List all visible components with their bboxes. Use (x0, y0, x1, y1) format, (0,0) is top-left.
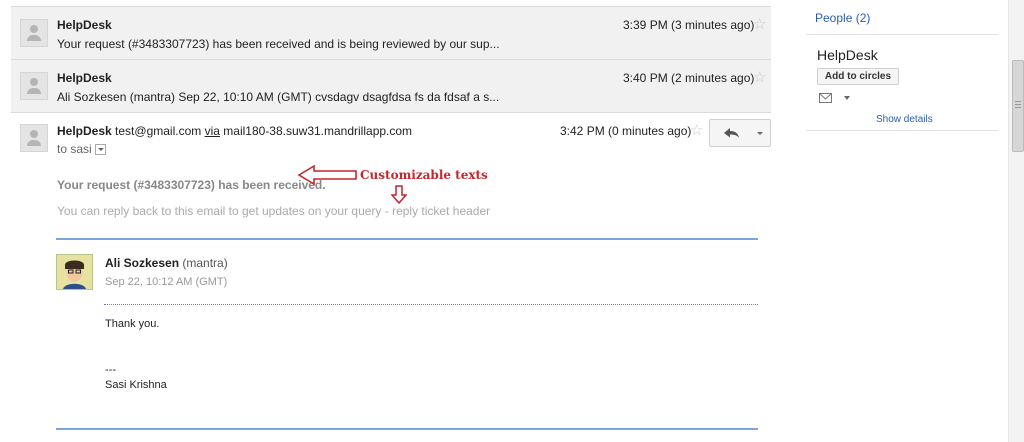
sidebar-divider (806, 34, 998, 35)
people-link[interactable]: People (2) (815, 11, 870, 25)
open-message-from: HelpDesk test@gmail.com via mail180-38.s… (57, 124, 412, 138)
star-icon[interactable]: ☆ (690, 123, 703, 138)
avatar-placeholder-icon (20, 72, 48, 100)
show-details-link[interactable]: Show details (876, 114, 933, 125)
quoted-date: Sep 22, 10:12 AM (GMT) (105, 276, 228, 288)
recipient-details-dropdown-icon[interactable] (94, 144, 106, 156)
message-time: 3:42 PM (0 minutes ago) (560, 124, 692, 138)
recipient-line: to sasi (57, 142, 106, 156)
message-time: 3:39 PM (3 minutes ago) (623, 18, 755, 32)
sender-email: test@gmail.com (115, 124, 202, 138)
avatar-placeholder-icon (20, 124, 48, 152)
collapsed-message[interactable]: HelpDesk Ali Sozkesen (mantra) Sep 22, 1… (11, 59, 771, 113)
message-snippet: Your request (#3483307723) has been rece… (57, 37, 500, 51)
user-avatar-icon (57, 255, 92, 289)
quoted-text: Thank you. (105, 318, 160, 330)
quoted-author-line: Ali Sozkesen (mantra) (105, 256, 228, 270)
body-heading: Your request (#3483307723) has been rece… (57, 178, 326, 192)
quoted-divider (104, 304, 758, 305)
sender-name: HelpDesk (57, 71, 112, 85)
quoted-author: Ali Sozkesen (105, 256, 180, 270)
chevron-down-icon[interactable] (843, 95, 851, 101)
email-icon[interactable] (819, 93, 833, 104)
via-link[interactable]: via (205, 124, 220, 138)
signature-name: Sasi Krishna (105, 379, 167, 391)
chevron-down-icon (757, 132, 763, 135)
reply-button[interactable] (709, 119, 751, 147)
avatar-placeholder-icon (20, 19, 48, 47)
scrollbar-thumb[interactable] (1012, 60, 1024, 152)
quoted-author-suffix: (mantra) (182, 256, 228, 270)
annotation-arrow-left-icon (297, 164, 357, 186)
signature-dash: --- (105, 364, 116, 376)
more-options-button[interactable] (750, 119, 771, 147)
quote-divider (56, 238, 758, 240)
sender-name: HelpDesk (57, 124, 112, 138)
annotation-label: Customizable texts (360, 168, 488, 182)
scrollbar[interactable] (1008, 0, 1024, 442)
add-to-circles-button[interactable]: Add to circles (817, 68, 899, 85)
quote-divider (56, 428, 758, 430)
sidebar-divider (806, 130, 998, 131)
collapsed-message[interactable]: HelpDesk Your request (#3483307723) has … (11, 6, 771, 60)
body-subtext: You can reply back to this email to get … (57, 204, 491, 218)
contact-name: HelpDesk (817, 47, 878, 63)
star-icon[interactable]: ☆ (753, 17, 766, 32)
message-time: 3:40 PM (2 minutes ago) (623, 71, 755, 85)
avatar (56, 254, 93, 290)
message-snippet: Ali Sozkesen (mantra) Sep 22, 10:10 AM (… (57, 90, 500, 104)
star-icon[interactable]: ☆ (753, 70, 766, 85)
recipient-text: to sasi (57, 142, 92, 156)
annotation-arrow-down-icon (391, 185, 407, 205)
reply-icon (724, 128, 739, 138)
via-host: mail180-38.suw31.mandrillapp.com (223, 124, 413, 138)
sender-name: HelpDesk (57, 18, 112, 32)
